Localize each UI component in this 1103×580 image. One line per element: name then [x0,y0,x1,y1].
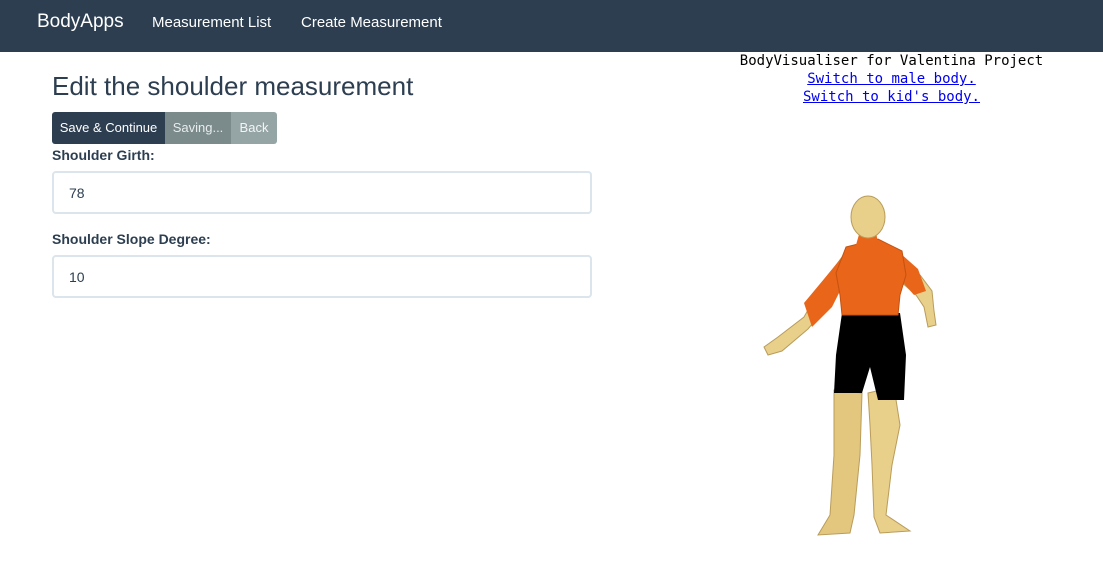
navbar: BodyApps Measurement List Create Measure… [0,0,1103,52]
shoulder-slope-input[interactable] [52,255,592,298]
brand-link[interactable]: BodyApps [37,11,124,33]
shoulder-girth-label: Shoulder Girth: [52,147,155,163]
action-button-group: Save & Continue Saving... Back [52,112,277,144]
shorts [834,313,906,400]
shoulder-girth-input[interactable] [52,171,592,214]
left-leg [817,389,863,536]
body-visualiser-panel: BodyVisualiser for Valentina Project Swi… [700,52,1083,106]
nav-measurement-list[interactable]: Measurement List [152,14,271,31]
back-button[interactable]: Back [231,112,277,144]
body-model-figure[interactable] [750,195,950,540]
switch-kid-body-link[interactable]: Switch to kid's body. [700,88,1083,106]
shoulder-slope-label: Shoulder Slope Degree: [52,231,211,247]
nav-create-measurement[interactable]: Create Measurement [301,14,442,31]
saving-button[interactable]: Saving... [165,112,231,144]
page-title: Edit the shoulder measurement [52,71,414,101]
visualiser-title: BodyVisualiser for Valentina Project [739,53,1044,69]
switch-male-body-link[interactable]: Switch to male body. [700,70,1083,88]
right-leg [867,386,912,534]
save-continue-button[interactable]: Save & Continue [52,112,165,144]
shirt [835,238,907,316]
head [850,195,886,239]
